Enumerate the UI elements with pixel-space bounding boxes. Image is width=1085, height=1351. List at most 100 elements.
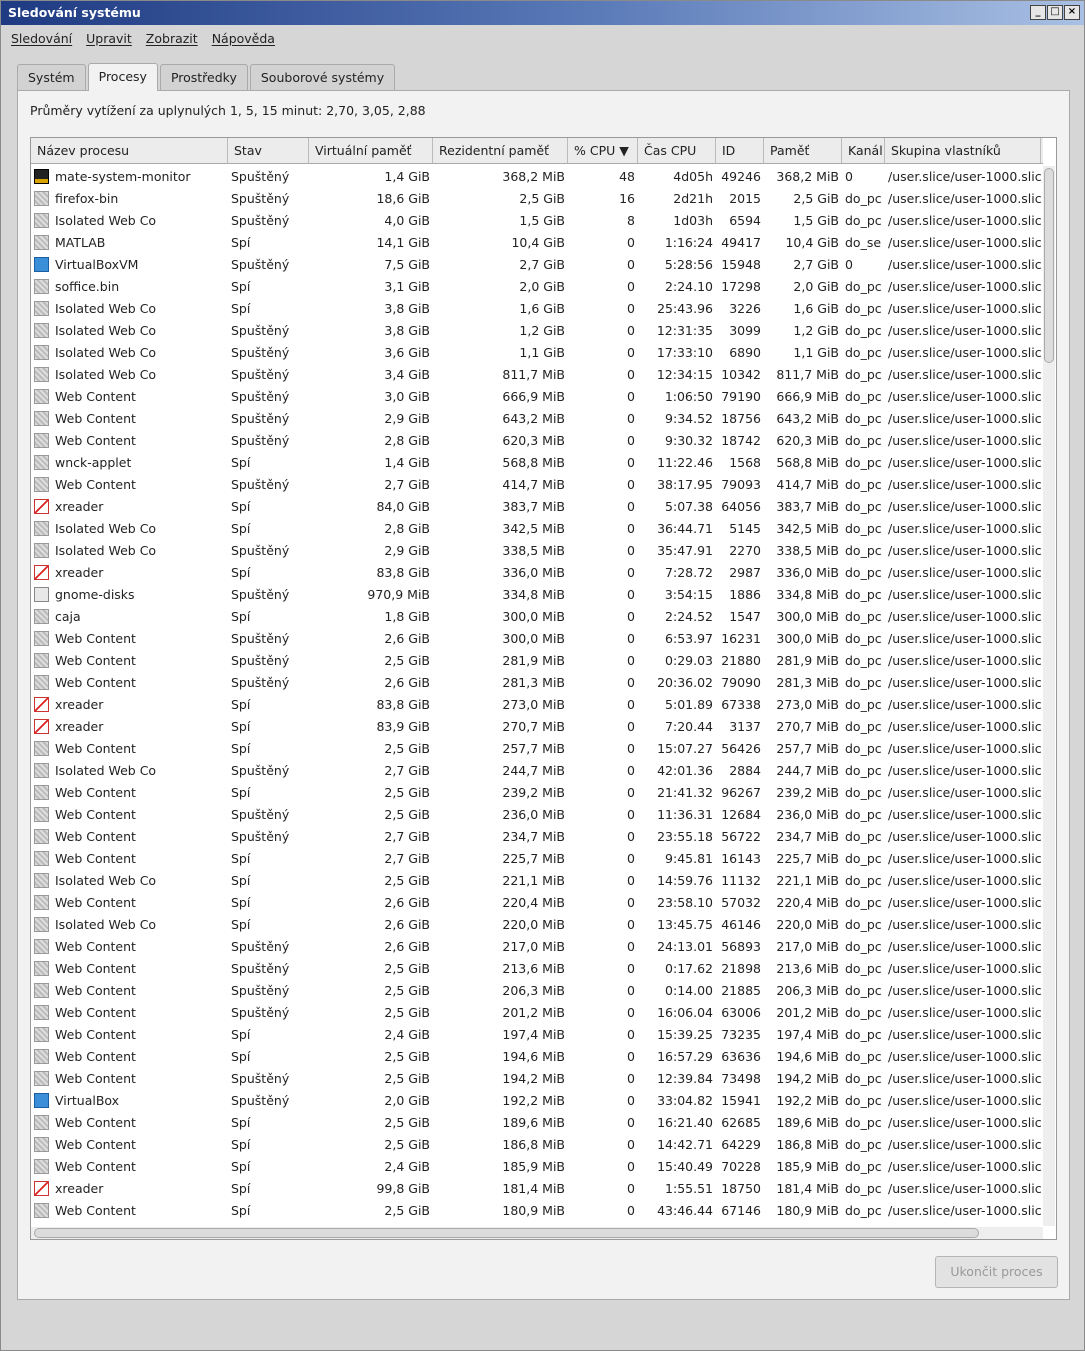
maximize-button[interactable]: □ [1047,5,1063,20]
table-row[interactable]: Web Content Spuštěný 2,5 GiB 194,2 MiB 0 12:3… [31,1067,1041,1089]
process-name: soffice.bin [55,278,120,294]
table-row[interactable]: VirtualBoxVM Spuštěný 7,5 GiB 2,7 GiB 0 5:28:… [31,253,1041,275]
table-row[interactable]: Web Content Spí 2,6 GiB 220,4 MiB 0 23:58.10 5… [31,891,1041,913]
tab-resources[interactable]: Prostředky [159,64,248,90]
tab-system[interactable]: Systém [17,64,86,90]
table-row[interactable]: Isolated Web Co Spuštěný 2,9 GiB 338,5 MiB 0… [31,539,1041,561]
cell-channel: do_pc [845,344,882,360]
table-row[interactable]: Isolated Web Co Spí 2,6 GiB 220,0 MiB 0 13:45… [31,913,1041,935]
table-row[interactable]: wnck-applet Spí 1,4 GiB 568,8 MiB 0 11:22.46 1… [31,451,1041,473]
table-row[interactable]: MATLAB Spí 14,1 GiB 10,4 GiB 0 1:16:24 49417 10… [31,231,1041,253]
vertical-scroll-thumb[interactable] [1044,168,1054,363]
cell-cpu-time: 15:39.25 [657,1026,713,1042]
column-header-id[interactable]: ID [716,138,764,163]
table-row[interactable]: Web Content Spuštěný 2,5 GiB 206,3 MiB 0 0:14… [31,979,1041,1001]
table-row[interactable]: firefox-bin Spuštěný 18,6 GiB 2,5 GiB 16 2d21… [31,187,1041,209]
cell-resident-memory: 334,8 MiB [502,586,565,602]
table-row[interactable]: Web Content Spuštěný 2,6 GiB 300,0 MiB 0 6:53… [31,627,1041,649]
table-row[interactable]: xreader Spí 99,8 GiB 181,4 MiB 0 1:55.51 18750… [31,1177,1041,1199]
table-row[interactable]: Isolated Web Co Spuštěný 2,7 GiB 244,7 MiB 0… [31,759,1041,781]
table-row[interactable]: Web Content Spuštěný 2,5 GiB 213,6 MiB 0 0:17… [31,957,1041,979]
table-row[interactable]: Isolated Web Co Spuštěný 4,0 GiB 1,5 GiB 8 1d… [31,209,1041,231]
tab-filesystems[interactable]: Souborové systémy [249,64,396,90]
cell-id: 21885 [721,982,761,998]
generic-app-icon [34,894,49,910]
table-row[interactable]: xreader Spí 84,0 GiB 383,7 MiB 0 5:07.38 64056… [31,495,1041,517]
table-row[interactable]: Web Content Spí 2,5 GiB 239,2 MiB 0 21:41.32 9… [31,781,1041,803]
column-header-memory[interactable]: Paměť [764,138,842,163]
cell-name: Web Content [31,1114,228,1130]
column-header-owner-group[interactable]: Skupina vlastníků [885,138,1041,163]
horizontal-scrollbar[interactable] [31,1227,1043,1239]
cell-cpu-time: 2d21h [673,190,713,206]
minimize-button[interactable]: _ [1030,5,1046,20]
table-row[interactable]: Web Content Spuštěný 2,7 GiB 414,7 MiB 0 38:1… [31,473,1041,495]
table-row[interactable]: xreader Spí 83,8 GiB 273,0 MiB 0 5:01.89 67338… [31,693,1041,715]
horizontal-scroll-thumb[interactable] [34,1228,979,1238]
column-header-cpu[interactable]: % CPU ▼ [568,138,638,163]
cell-memory: 225,7 MiB [776,850,839,866]
table-row[interactable]: Web Content Spí 2,4 GiB 185,9 MiB 0 15:40.49 7… [31,1155,1041,1177]
table-row[interactable]: VirtualBox Spuštěný 2,0 GiB 192,2 MiB 0 33:04… [31,1089,1041,1111]
end-process-button[interactable]: Ukončit proces [935,1256,1058,1288]
menu-sledovani[interactable]: Sledování [11,31,72,47]
vertical-scrollbar[interactable] [1043,166,1055,1226]
cell-channel: do_pc [845,410,882,426]
table-row[interactable]: Web Content Spuštěný 2,6 GiB 217,0 MiB 0 24:1… [31,935,1041,957]
table-row[interactable]: Isolated Web Co Spí 2,8 GiB 342,5 MiB 0 36:44… [31,517,1041,539]
table-row[interactable]: Web Content Spuštěný 2,5 GiB 201,2 MiB 0 16:0… [31,1001,1041,1023]
table-row[interactable]: Web Content Spuštěný 2,5 GiB 281,9 MiB 0 0:29… [31,649,1041,671]
table-row[interactable]: gnome-disks Spuštěný 970,9 MiB 334,8 MiB 0 3:… [31,583,1041,605]
table-row[interactable]: Web Content Spuštěný 2,5 GiB 236,0 MiB 0 11:3… [31,803,1041,825]
process-name: Web Content [55,938,136,954]
table-row[interactable]: Isolated Web Co Spuštěný 3,4 GiB 811,7 MiB 0… [31,363,1041,385]
table-row[interactable]: Web Content Spuštěný 3,0 GiB 666,9 MiB 0 1:06… [31,385,1041,407]
table-row[interactable]: Web Content Spí 2,5 GiB 194,6 MiB 0 16:57.29 6… [31,1045,1041,1067]
table-row[interactable]: Web Content Spí 2,5 GiB 180,9 MiB 0 43:46.44 6… [31,1199,1041,1221]
cell-cpu: 0 [627,938,635,954]
table-row[interactable]: Isolated Web Co Spuštěný 3,6 GiB 1,1 GiB 0 17… [31,341,1041,363]
menu-napoveda[interactable]: Nápověda [212,31,275,47]
cell-channel: do_pc [845,674,882,690]
table-row[interactable]: Web Content Spí 2,5 GiB 186,8 MiB 0 14:42.71 6… [31,1133,1041,1155]
cell-virtual-memory: 2,7 GiB [384,476,430,492]
table-row[interactable]: xreader Spí 83,8 GiB 336,0 MiB 0 7:28.72 2987 3… [31,561,1041,583]
close-button[interactable]: × [1064,5,1080,20]
cell-id: 15941 [721,1092,761,1108]
table-row[interactable]: Web Content Spuštěný 2,6 GiB 281,3 MiB 0 20:3… [31,671,1041,693]
column-header-virtual-memory[interactable]: Virtuální paměť [309,138,433,163]
table-row[interactable]: Web Content Spí 2,7 GiB 225,7 MiB 0 9:45.81 16… [31,847,1041,869]
cell-status: Spí [231,850,251,866]
column-header-cpu-time[interactable]: Čas CPU [638,138,716,163]
table-row[interactable]: caja Spí 1,8 GiB 300,0 MiB 0 2:24.52 1547 300,0… [31,605,1041,627]
table-row[interactable]: Web Content Spuštěný 2,8 GiB 620,3 MiB 0 9:30… [31,429,1041,451]
cell-id: 16231 [721,630,761,646]
menu-upravit[interactable]: Upravit [86,31,132,47]
menu-zobrazit[interactable]: Zobrazit [146,31,198,47]
table-row[interactable]: Web Content Spuštěný 2,7 GiB 234,7 MiB 0 23:5… [31,825,1041,847]
table-row[interactable]: xreader Spí 83,9 GiB 270,7 MiB 0 7:20.44 3137 2… [31,715,1041,737]
table-row[interactable]: Isolated Web Co Spí 3,8 GiB 1,6 GiB 0 25:43.9… [31,297,1041,319]
table-row[interactable]: Web Content Spí 2,5 GiB 257,7 MiB 0 15:07.27 5… [31,737,1041,759]
table-row[interactable]: Isolated Web Co Spí 2,5 GiB 221,1 MiB 0 14:59… [31,869,1041,891]
table-row[interactable]: mate-system-monitor Spuštěný 1,4 GiB 368,2 … [31,165,1041,187]
table-row[interactable]: soffice.bin Spí 3,1 GiB 2,0 GiB 0 2:24.10 1729… [31,275,1041,297]
table-row[interactable]: Web Content Spí 2,5 GiB 189,6 MiB 0 16:21.40 6… [31,1111,1041,1133]
cell-status: Spuštěný [231,256,290,272]
column-header-resident-memory[interactable]: Rezidentní paměť [433,138,568,163]
tab-processes[interactable]: Procesy [87,63,158,91]
cell-resident-memory: 185,9 MiB [502,1158,565,1174]
cell-memory: 213,6 MiB [776,960,839,976]
xreader-icon [34,564,49,580]
column-header-status[interactable]: Stav [228,138,309,163]
cell-name: soffice.bin [31,278,228,294]
table-row[interactable]: Web Content Spuštěný 2,9 GiB 643,2 MiB 0 9:34… [31,407,1041,429]
column-header-channel[interactable]: Kanál [842,138,885,163]
cell-cpu-time: 11:22.46 [657,454,713,470]
cell-owner-group: /user.slice/user-1000.slice [888,498,1041,514]
generic-app-icon [34,960,49,976]
cell-owner-group: /user.slice/user-1000.slice [888,212,1041,228]
table-row[interactable]: Web Content Spí 2,4 GiB 197,4 MiB 0 15:39.25 7… [31,1023,1041,1045]
column-header-name[interactable]: Název procesu [31,138,228,163]
table-row[interactable]: Isolated Web Co Spuštěný 3,8 GiB 1,2 GiB 0 12… [31,319,1041,341]
